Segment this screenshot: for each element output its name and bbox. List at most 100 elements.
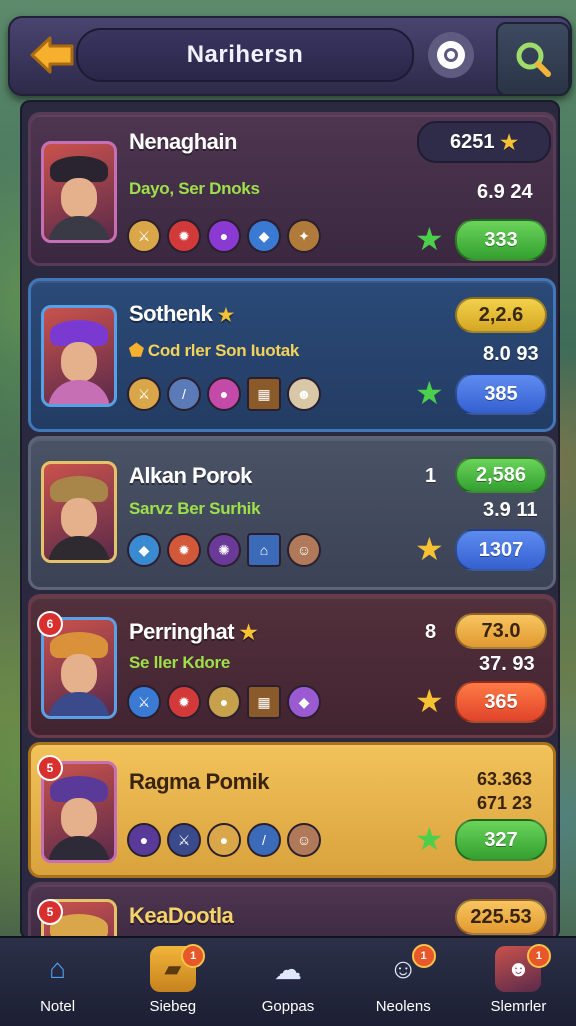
player-subtitle: Dayo, Ser Dnoks — [129, 179, 260, 198]
item-icons: ◆ ✹ ✺ ⌂ ☺ — [127, 533, 321, 567]
player-avatar — [41, 141, 117, 243]
score-badge: 2,2.6 — [455, 297, 547, 333]
back-button[interactable] — [28, 32, 78, 78]
star-icon: ★ — [415, 683, 444, 719]
nav-label: Notel — [40, 998, 76, 1015]
action-button[interactable]: 385 — [455, 373, 547, 415]
home-icon: ⌂ — [49, 953, 67, 984]
shield-icon: ◆ — [247, 219, 281, 253]
nav-item-ghost[interactable]: ☁ Goppas — [230, 938, 345, 1026]
nav-label: Neolens — [375, 998, 431, 1015]
player-name: Alkan Porok — [129, 463, 252, 488]
player-name: Nenaghain — [129, 129, 237, 154]
flame-icon: ✹ — [167, 219, 201, 253]
action-button[interactable]: 327 — [455, 819, 547, 861]
gem-icon: ◆ — [287, 685, 321, 719]
skull-icon: ☻ — [287, 377, 321, 411]
player-card[interactable]: Alkan Porok Sarvz Ber Surhik 1 2,586 3.9… — [28, 436, 556, 590]
action-button[interactable]: 1307 — [455, 529, 547, 571]
stat-value: 6.9 24 — [477, 181, 533, 203]
action-button[interactable]: 333 — [455, 219, 547, 261]
player-card-highlighted[interactable]: 5 Ragma Pomik 63.363 671 23 ● ⚔ ● / ☺ ★ … — [28, 742, 556, 878]
swirl-icon: ✺ — [207, 533, 241, 567]
nav-item-home[interactable]: ⌂ Notel — [0, 938, 115, 1026]
ghost-icon: ☁ — [274, 953, 302, 985]
sword-icon: ⚔ — [127, 685, 161, 719]
nav-label: Siebeg — [149, 998, 197, 1015]
page-title: Narihersn — [76, 28, 414, 82]
shield-icon: ⬟ — [129, 341, 144, 360]
sword-icon: ⚔ — [127, 219, 161, 253]
crystal-icon: ◆ — [127, 533, 161, 567]
notification-badge: 1 — [181, 944, 206, 968]
nav-item-face[interactable]: ☺ 1 Neolens — [346, 938, 461, 1026]
item-icons: ● ⚔ ● / ☺ — [127, 823, 321, 857]
star-icon: ★ — [239, 622, 258, 644]
stat-value: 671 23 — [477, 793, 533, 813]
score-badge: 225.53 — [455, 899, 547, 935]
item-icons: ⚔ / ● ▦ ☻ — [127, 377, 321, 411]
level-badge: 5 — [37, 755, 63, 781]
star-icon: ★ — [217, 305, 234, 325]
item-icons: ⚔ ✹ ● ◆ ✦ — [127, 219, 321, 253]
fire-icon: ✹ — [167, 533, 201, 567]
nav-label: Goppas — [261, 998, 315, 1015]
star-icon: ★ — [415, 375, 444, 411]
nav-label: Slemrler — [490, 998, 547, 1015]
nav-item-box[interactable]: ▰ 1 Siebeg — [115, 938, 230, 1026]
chat-icon — [437, 41, 465, 69]
leaderboard-list[interactable]: Nenaghain Dayo, Ser Dnoks 6251 ★ 6.9 24 … — [20, 100, 560, 940]
wand-icon: / — [247, 823, 281, 857]
level-badge: 6 — [37, 611, 63, 637]
doll-icon: ☺ — [287, 533, 321, 567]
star-icon: ★ — [415, 531, 444, 567]
player-name: Sothenk ★ — [129, 301, 234, 326]
orb-icon: ● — [207, 377, 241, 411]
top-bar: Narihersn — [8, 16, 572, 96]
doll-icon: ☺ — [287, 823, 321, 857]
sword-icon: ⚔ — [167, 823, 201, 857]
player-card[interactable]: 5 KeaDootla 225.53 — [28, 882, 556, 938]
notification-badge: 1 — [526, 944, 551, 968]
player-subtitle: Se ller Kdore — [129, 653, 230, 672]
score-badge: 2,586 — [455, 457, 547, 493]
coin-icon: ● — [207, 685, 241, 719]
sword-icon: ⚔ — [127, 377, 161, 411]
player-avatar — [41, 305, 117, 407]
search-button[interactable] — [496, 22, 570, 96]
player-card[interactable]: 6 Perringhat ★ Se ller Kdore 8 73.0 37. … — [28, 594, 556, 738]
chat-button[interactable] — [428, 32, 474, 78]
house-icon: ⌂ — [247, 533, 281, 567]
shell-icon: ✦ — [287, 219, 321, 253]
item-icons: ⚔ ✹ ● ▦ ◆ — [127, 685, 321, 719]
player-subtitle: Sarvz Ber Surhik — [129, 499, 261, 518]
score-badge: 73.0 — [455, 613, 547, 649]
orb-icon: ● — [207, 219, 241, 253]
flame-icon: ✹ — [167, 685, 201, 719]
bottom-nav: ⌂ Notel ▰ 1 Siebeg ☁ Goppas ☺ 1 Neolens … — [0, 936, 576, 1026]
rank-number: 1 — [425, 465, 437, 487]
action-button[interactable]: 365 — [455, 681, 547, 723]
search-gear-icon — [516, 42, 551, 77]
rank-number: 8 — [425, 621, 437, 643]
orb-icon: ● — [127, 823, 161, 857]
star-icon: ★ — [415, 221, 444, 257]
nav-item-profile[interactable]: ☻ 1 Slemrler — [461, 938, 576, 1026]
wand-icon: / — [167, 377, 201, 411]
player-avatar — [41, 461, 117, 563]
level-badge: 5 — [37, 899, 63, 925]
chest-icon: ▦ — [247, 685, 281, 719]
stat-value: 37. 93 — [479, 653, 535, 675]
notification-badge: 1 — [411, 944, 436, 968]
player-card[interactable]: Nenaghain Dayo, Ser Dnoks 6251 ★ 6.9 24 … — [28, 112, 556, 266]
score-badge: 6251 ★ — [417, 121, 551, 163]
player-card[interactable]: Sothenk ★ ⬟ Cod rler Son Iuotak 2,2.6 8.… — [28, 278, 556, 432]
back-arrow-icon — [30, 36, 74, 74]
chest-icon: ▦ — [247, 377, 281, 411]
player-name: Perringhat ★ — [129, 619, 258, 644]
coin-icon: ● — [207, 823, 241, 857]
star-icon: ★ — [415, 821, 444, 857]
stat-value: 8.0 93 — [483, 343, 539, 365]
player-name: Ragma Pomik — [129, 769, 270, 794]
player-subtitle: ⬟ Cod rler Son Iuotak — [129, 341, 300, 360]
